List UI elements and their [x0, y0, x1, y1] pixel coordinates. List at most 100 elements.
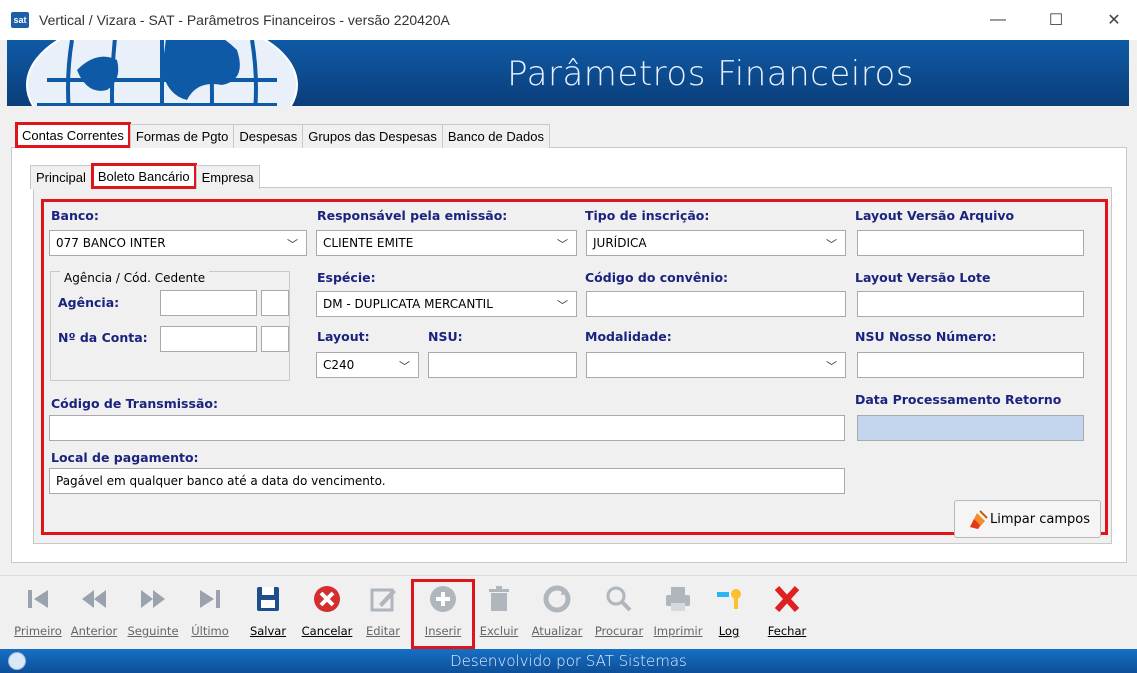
responsavel-value: CLIENTE EMITE — [323, 236, 414, 250]
tab-boleto-bancario[interactable]: Boleto Bancário — [90, 163, 197, 189]
window-controls: — ☐ ✕ — [963, 0, 1137, 40]
cancelar-button[interactable]: Cancelar — [297, 576, 357, 649]
refresh-icon — [543, 585, 571, 613]
imprimir-label: Imprimir — [653, 624, 703, 638]
layout-label: Layout: — [317, 329, 370, 344]
imprimir-button[interactable]: Imprimir — [651, 576, 705, 649]
trash-icon — [489, 586, 509, 611]
atualizar-button[interactable]: Atualizar — [528, 576, 586, 649]
first-record-icon — [28, 590, 48, 608]
ultimo-button[interactable]: Último — [184, 576, 236, 649]
seguinte-button[interactable]: Seguinte — [122, 576, 184, 649]
layout-arquivo-label: Layout Versão Arquivo — [855, 208, 1015, 223]
data-processamento-label: Data Processamento Retorno — [855, 392, 1062, 407]
tab-despesas[interactable]: Despesas — [233, 124, 304, 148]
excluir-button[interactable]: Excluir — [476, 576, 522, 649]
modalidade-select[interactable]: ﹀ — [586, 352, 846, 378]
salvar-label: Salvar — [249, 624, 287, 638]
limpar-campos-label: Limpar campos — [990, 511, 1090, 527]
banco-label: Banco: — [51, 208, 99, 223]
conta-label: Nº da Conta: — [58, 330, 148, 345]
window-title: Vertical / Vizara - SAT - Parâmetros Fin… — [39, 12, 450, 28]
header-banner: Parâmetros Financeiros — [7, 40, 1129, 106]
save-disk-icon — [257, 587, 279, 611]
minimize-button[interactable]: — — [975, 0, 1021, 40]
layout-lote-input[interactable] — [857, 291, 1084, 317]
primeiro-button[interactable]: Primeiro — [10, 576, 66, 649]
layout-lote-label: Layout Versão Lote — [855, 270, 991, 285]
local-pagamento-label: Local de pagamento: — [51, 450, 199, 465]
agencia-dv-input[interactable] — [261, 290, 289, 316]
next-record-icon — [141, 590, 165, 608]
chevron-down-icon: ﹀ — [399, 360, 410, 373]
procurar-label: Procurar — [594, 624, 644, 638]
nsu-nosso-numero-label: NSU Nosso Número: — [855, 329, 997, 344]
local-pagamento-input[interactable]: Pagável em qualquer banco até a data do … — [49, 468, 845, 494]
editar-button[interactable]: Editar — [361, 576, 405, 649]
conta-dv-input[interactable] — [261, 326, 289, 352]
tab-empresa[interactable]: Empresa — [195, 165, 260, 189]
maximize-button[interactable]: ☐ — [1033, 0, 1079, 40]
key-icon — [717, 589, 741, 609]
anterior-button[interactable]: Anterior — [66, 576, 122, 649]
chevron-down-icon: ﹀ — [557, 299, 568, 312]
limpar-campos-button[interactable]: Limpar campos — [954, 500, 1101, 538]
log-label: Log — [718, 624, 740, 638]
convenio-input[interactable] — [586, 291, 846, 317]
convenio-label: Código do convênio: — [585, 270, 729, 285]
layout-arquivo-input[interactable] — [857, 230, 1084, 256]
tab-contas-correntes[interactable]: Contas Correntes — [15, 122, 131, 148]
tipo-inscricao-select[interactable]: JURÍDICA ﹀ — [586, 230, 846, 256]
chevron-down-icon: ﹀ — [287, 238, 298, 251]
close-icon — [774, 585, 800, 613]
nsu-nosso-numero-input[interactable] — [857, 352, 1084, 378]
conta-input[interactable] — [160, 326, 257, 352]
globe-logo-icon — [26, 40, 298, 106]
especie-label: Espécie: — [317, 270, 376, 285]
nsu-input[interactable] — [428, 352, 577, 378]
sub-tabs: Principal Boleto Bancário Empresa — [30, 161, 260, 189]
banco-value: 077 BANCO INTER — [56, 236, 166, 250]
seguinte-label: Seguinte — [127, 624, 179, 638]
close-window-button[interactable]: ✕ — [1091, 0, 1137, 40]
banco-select[interactable]: 077 BANCO INTER ﹀ — [49, 230, 307, 256]
banner-title: Parâmetros Financeiros — [507, 54, 914, 94]
agencia-label: Agência: — [58, 295, 120, 310]
inserir-highlight — [411, 579, 475, 649]
editar-label: Editar — [365, 624, 401, 638]
eraser-icon — [970, 510, 988, 529]
edit-icon — [370, 588, 396, 612]
log-button[interactable]: Log — [712, 576, 746, 649]
especie-select[interactable]: DM - DUPLICATA MERCANTIL ﹀ — [316, 291, 577, 317]
tab-grupos-das-despesas[interactable]: Grupos das Despesas — [302, 124, 443, 148]
codigo-transmissao-input[interactable] — [49, 415, 845, 441]
tab-principal[interactable]: Principal — [30, 165, 92, 189]
cancel-icon — [314, 586, 340, 612]
especie-value: DM - DUPLICATA MERCANTIL — [323, 297, 493, 311]
procurar-button[interactable]: Procurar — [588, 576, 650, 649]
fechar-label: Fechar — [767, 624, 807, 638]
layout-select[interactable]: C240 ﹀ — [316, 352, 419, 378]
tipo-inscricao-label: Tipo de inscrição: — [585, 208, 710, 223]
salvar-button[interactable]: Salvar — [245, 576, 291, 649]
primeiro-label: Primeiro — [14, 624, 62, 638]
codigo-transmissao-label: Código de Transmissão: — [51, 396, 218, 411]
agencia-group-title: Agência / Cód. Cedente — [60, 271, 210, 285]
chevron-down-icon: ﹀ — [826, 360, 837, 373]
main-tabs: Contas Correntes Formas de Pgto Despesas… — [15, 122, 550, 148]
tab-banco-de-dados[interactable]: Banco de Dados — [441, 124, 550, 148]
responsavel-select[interactable]: CLIENTE EMITE ﹀ — [316, 230, 577, 256]
responsavel-label: Responsável pela emissão: — [317, 208, 508, 223]
tipo-inscricao-value: JURÍDICA — [593, 236, 647, 250]
excluir-label: Excluir — [479, 624, 519, 638]
printer-icon — [666, 587, 690, 611]
ultimo-label: Último — [191, 624, 229, 638]
data-processamento-input — [857, 415, 1084, 441]
fechar-button[interactable]: Fechar — [762, 576, 812, 649]
last-record-icon — [200, 590, 220, 608]
tab-formas-de-pgto[interactable]: Formas de Pgto — [129, 124, 235, 148]
layout-value: C240 — [323, 358, 355, 372]
agencia-input[interactable] — [160, 290, 257, 316]
anterior-label: Anterior — [70, 624, 118, 638]
nsu-label: NSU: — [428, 329, 463, 344]
